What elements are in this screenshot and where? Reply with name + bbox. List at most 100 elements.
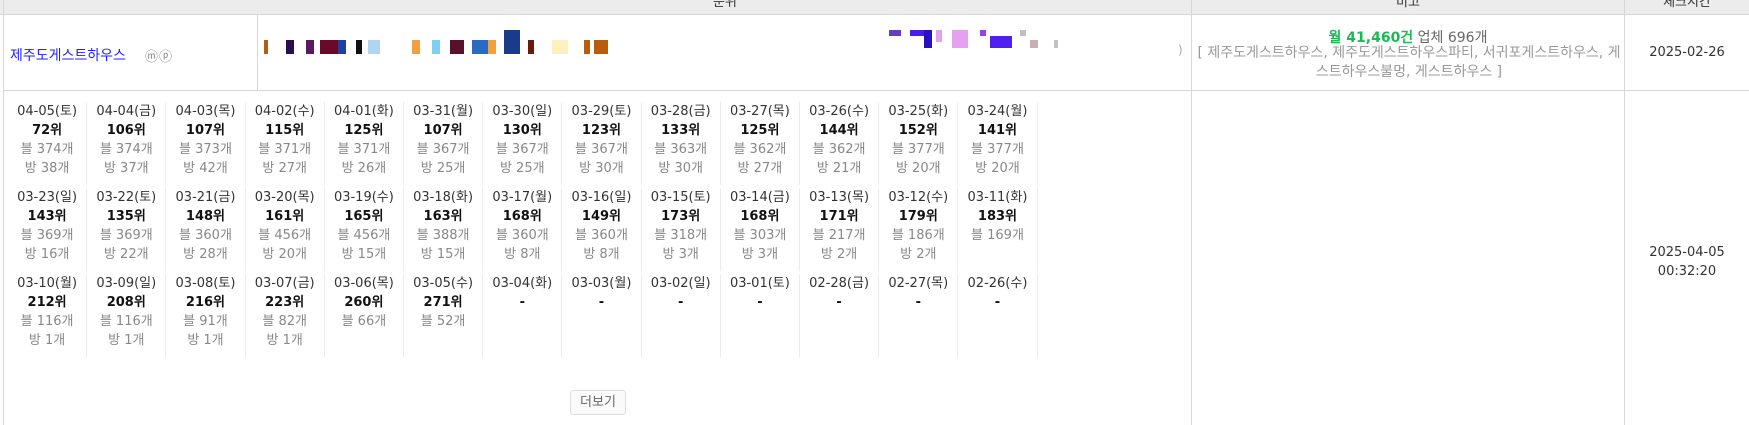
room-count: 방 26개 xyxy=(341,161,387,176)
rank-date: 03-07(금) xyxy=(254,276,315,291)
room-count: 방 38개 xyxy=(24,161,70,176)
keyword-link[interactable]: 제주도게스트하우스 xyxy=(10,45,126,65)
rank-cell: 03-26(수) 144위 블 362개 방 21개 xyxy=(800,102,880,185)
rank-date: 03-22(토) xyxy=(96,190,157,205)
trend-pixel xyxy=(356,40,362,54)
rank-cell: 02-28(금) - xyxy=(800,274,880,357)
room-count: 방 1개 xyxy=(108,333,145,348)
rank-date: 03-15(토) xyxy=(650,190,711,205)
rank-cell: 03-11(화) 183위 블 169개 xyxy=(958,188,1038,271)
rank-cell: 04-04(금) 106위 블 374개 방 37개 xyxy=(87,102,167,185)
room-count: 방 2개 xyxy=(820,247,858,262)
trend-pixel xyxy=(1054,40,1058,48)
room-count: 방 1개 xyxy=(187,333,224,348)
rank-cell: 03-31(월) 107위 블 367개 방 25개 xyxy=(404,102,484,185)
trend-pixel xyxy=(552,40,568,54)
rank-cell: 03-19(수) 165위 블 456개 방 15개 xyxy=(325,188,404,271)
rank-cell: 03-28(금) 133위 블 363개 방 30개 xyxy=(642,102,721,185)
trend-pixel xyxy=(910,30,924,36)
rank-date: 04-05(토) xyxy=(17,104,78,119)
rank-value: 223위 xyxy=(265,295,305,310)
blog-count: 블 360개 xyxy=(575,228,628,243)
rank-value: - xyxy=(519,295,525,310)
rank-cell: 03-04(화) - xyxy=(483,274,563,357)
rank-value: 148위 xyxy=(185,209,226,224)
trend-pixel xyxy=(368,40,380,54)
rank-cell: 03-05(수) 271위 블 52개 xyxy=(404,274,484,357)
rank-value: - xyxy=(994,295,1001,310)
grid-line xyxy=(1624,0,1625,425)
more-button[interactable]: 더보기 xyxy=(570,390,626,415)
rank-date: 03-13(목) xyxy=(809,190,870,205)
rank-value: 130위 xyxy=(502,123,542,138)
room-count: 방 20개 xyxy=(975,161,1020,176)
rank-value: 212위 xyxy=(27,295,67,310)
rank-value: - xyxy=(836,295,842,310)
room-count: 방 16개 xyxy=(24,247,70,262)
room-count: 방 27개 xyxy=(737,161,783,176)
rank-value: 107위 xyxy=(423,123,463,138)
rank-cell: 03-01(토) - xyxy=(721,274,800,357)
blog-count: 블 52개 xyxy=(420,314,466,329)
trend-pixel xyxy=(472,40,488,54)
grid-line xyxy=(3,0,4,425)
rank-date: 03-18(화) xyxy=(413,190,474,205)
rank-value: - xyxy=(598,295,605,310)
blog-count: 블 360개 xyxy=(495,228,549,243)
trend-pixel xyxy=(924,30,932,48)
rank-date: 02-27(목) xyxy=(888,276,949,291)
trend-pixel xyxy=(528,40,534,54)
blog-count: 블 116개 xyxy=(20,314,74,329)
rank-cell: 03-24(월) 141위 블 377개 방 20개 xyxy=(958,102,1038,185)
blog-count: 블 217개 xyxy=(812,228,866,243)
rank-date: 04-04(금) xyxy=(96,104,157,119)
trend-pixel xyxy=(320,40,338,54)
trend-pixel xyxy=(264,40,268,54)
rank-date: 03-09(일) xyxy=(96,276,157,291)
rank-date: 02-28(금) xyxy=(809,276,870,291)
room-count: 방 1개 xyxy=(266,333,303,348)
blog-count: 블 456개 xyxy=(337,228,391,243)
rank-value: 183위 xyxy=(977,209,1018,224)
room-count: 방 25개 xyxy=(499,161,545,176)
rank-date: 03-17(월) xyxy=(492,190,553,205)
rank-date: 03-06(목) xyxy=(333,276,394,291)
rank-cell: 03-10(월) 212위 블 116개 방 1개 xyxy=(8,274,88,357)
rank-date: 03-05(수) xyxy=(413,276,474,291)
blog-count: 블 367개 xyxy=(495,142,549,157)
rank-value: 106위 xyxy=(106,123,146,138)
rank-date: 02-26(수) xyxy=(967,276,1028,291)
room-count: 방 28개 xyxy=(183,247,228,262)
room-count: 방 22개 xyxy=(103,247,149,262)
blog-count: 블 369개 xyxy=(20,228,74,243)
rank-cell: 03-29(토) 123위 블 367개 방 30개 xyxy=(562,102,642,185)
rank-cell: 03-02(일) - xyxy=(642,274,721,357)
trend-pixel xyxy=(584,40,590,54)
rank-cell: 04-02(수) 115위 블 371개 방 27개 xyxy=(246,102,325,185)
room-count: 방 25개 xyxy=(420,161,466,176)
rank-cell: 03-07(금) 223위 블 82개 방 1개 xyxy=(246,274,325,357)
rank-date: 03-21(금) xyxy=(175,190,236,205)
rank-cell: 03-25(화) 152위 블 377개 방 20개 xyxy=(879,102,959,185)
blog-count: 블 371개 xyxy=(258,142,312,157)
blog-count: 블 362개 xyxy=(733,142,787,157)
trend-pixel xyxy=(286,40,294,54)
grid-line xyxy=(257,15,258,90)
rank-date: 03-11(화) xyxy=(967,190,1028,205)
rank-value: - xyxy=(677,295,684,310)
trend-pixel xyxy=(450,40,464,54)
trend-pixel xyxy=(504,30,520,54)
room-count: 방 42개 xyxy=(183,161,228,176)
rank-value: 171위 xyxy=(819,209,859,224)
grid-line xyxy=(3,90,1749,91)
room-count: 방 8개 xyxy=(504,247,541,262)
rank-value: 149위 xyxy=(581,209,622,224)
rank-date: 03-29(토) xyxy=(571,104,632,119)
rank-date: 03-28(금) xyxy=(650,104,711,119)
blog-count: 블 91개 xyxy=(183,314,228,329)
rank-date: 03-20(목) xyxy=(254,190,315,205)
rank-value: 125위 xyxy=(344,123,384,138)
trend-pixel xyxy=(432,40,440,54)
blog-count: 블 367개 xyxy=(575,142,628,157)
room-count: 방 3개 xyxy=(662,247,699,262)
